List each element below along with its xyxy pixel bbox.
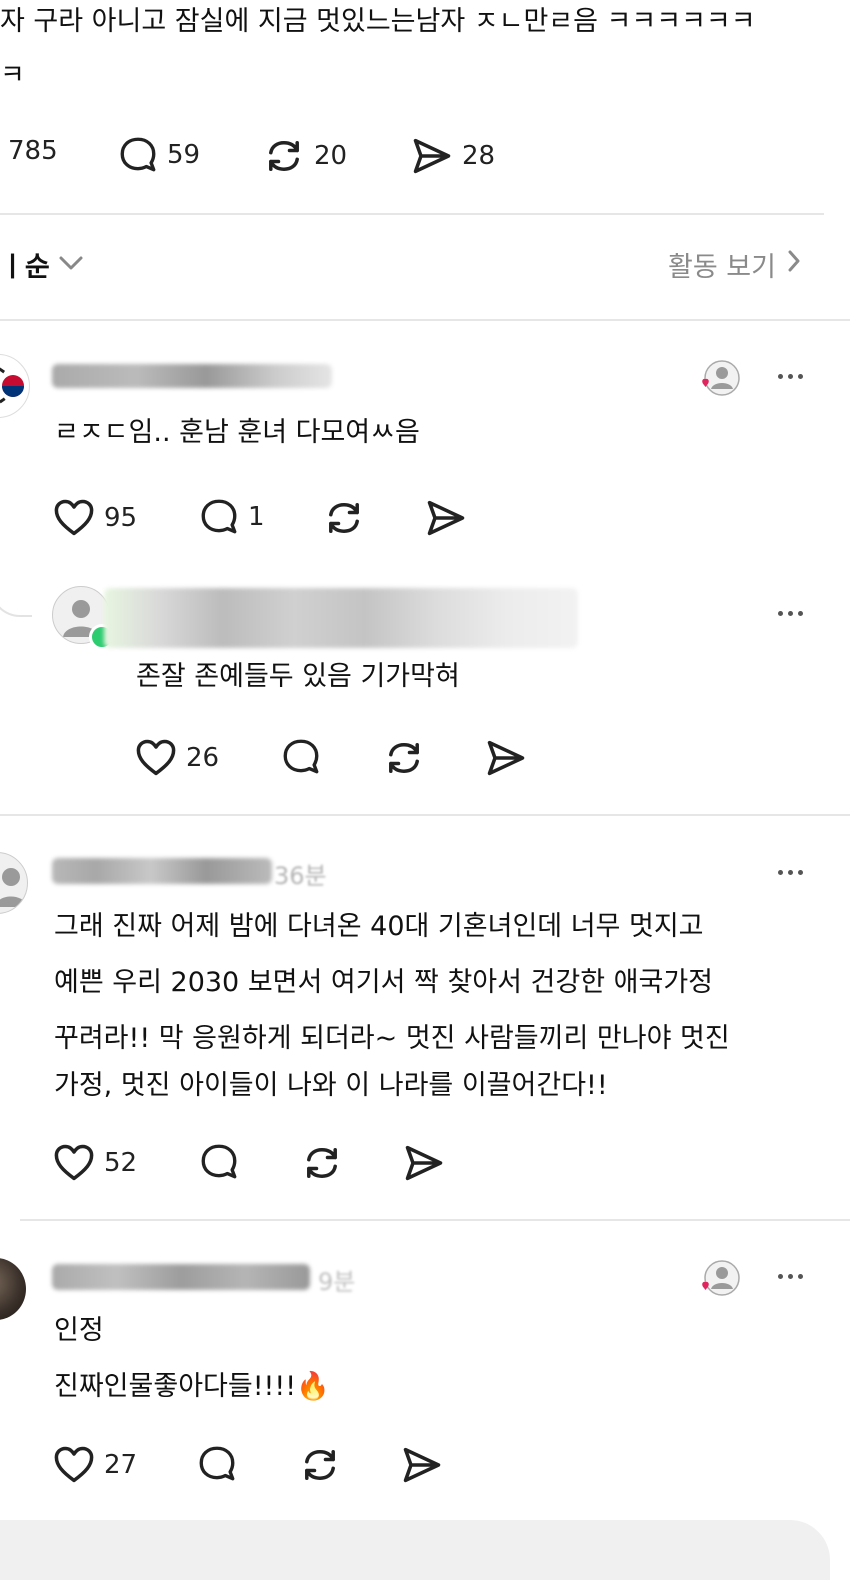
reply-text: ㄹㅈㄷ임.. 훈남 훈녀 다모여ㅆ음 bbox=[54, 417, 420, 448]
timestamp: 9분 bbox=[318, 1268, 356, 1296]
more-icon[interactable] bbox=[778, 1274, 803, 1279]
chevron-right-icon bbox=[786, 248, 802, 281]
thread-line bbox=[0, 575, 32, 617]
reply-input-bar[interactable] bbox=[0, 1520, 830, 1580]
comment-icon bbox=[280, 739, 322, 782]
post-share-button[interactable]: 28 bbox=[410, 134, 495, 178]
divider bbox=[20, 1219, 850, 1221]
person-icon bbox=[0, 868, 27, 907]
comment-icon bbox=[198, 496, 240, 538]
like-count: 95 bbox=[104, 503, 138, 533]
repost-button[interactable] bbox=[300, 1141, 344, 1189]
like-button[interactable]: 26 bbox=[134, 736, 219, 780]
comment-icon bbox=[198, 1144, 240, 1187]
send-icon bbox=[410, 134, 454, 178]
avatar[interactable] bbox=[0, 1258, 26, 1320]
heart-icon bbox=[134, 736, 178, 780]
post-comment-button[interactable]: 59 bbox=[117, 134, 200, 176]
more-icon[interactable] bbox=[778, 870, 803, 875]
send-icon bbox=[402, 1145, 446, 1189]
send-icon bbox=[424, 500, 468, 544]
post-repost-button[interactable]: 20 bbox=[262, 134, 347, 178]
comment-button[interactable] bbox=[198, 1141, 240, 1187]
like-count: 52 bbox=[104, 1148, 138, 1178]
like-count: 26 bbox=[186, 743, 220, 773]
reply-text-line-4: 가정, 멋진 아이들이 나와 이 나라를 이끌어간다!! bbox=[54, 1070, 608, 1101]
avatar[interactable] bbox=[0, 852, 28, 914]
divider bbox=[0, 319, 850, 321]
reply-text-line-1: 인정 bbox=[54, 1315, 104, 1346]
share-button[interactable] bbox=[424, 496, 468, 544]
repost-icon bbox=[298, 1450, 342, 1491]
repost-button[interactable] bbox=[298, 1443, 342, 1491]
divider bbox=[0, 213, 824, 215]
send-icon bbox=[400, 1447, 444, 1491]
activity-label: 활동 보기 bbox=[668, 252, 776, 283]
follow-badge[interactable] bbox=[700, 358, 740, 398]
post-like-count: 785 bbox=[8, 136, 58, 166]
comment-button[interactable] bbox=[196, 1443, 238, 1489]
like-button[interactable]: 52 bbox=[52, 1141, 137, 1185]
repost-icon bbox=[322, 503, 366, 544]
heart-icon bbox=[52, 1443, 96, 1487]
comment-button[interactable] bbox=[280, 736, 322, 782]
reply-text-line-2: 예쁜 우리 2030 보면서 여기서 짝 찾아서 건강한 애국가정 bbox=[54, 967, 714, 998]
follow-badge[interactable] bbox=[700, 1258, 740, 1298]
username-blurred[interactable] bbox=[52, 1264, 310, 1290]
like-button[interactable]: 95 bbox=[52, 496, 137, 540]
like-button[interactable]: 27 bbox=[52, 1443, 137, 1487]
activity-view-link[interactable]: 활동 보기 bbox=[668, 245, 802, 284]
username-blurred[interactable] bbox=[52, 858, 272, 884]
post-text-line-1: 자 구라 아니고 잠실에 지금 멋있느는남자 ㅈㄴ만ㄹ음 ㅋㅋㅋㅋㅋㅋ bbox=[0, 6, 756, 37]
post-text-line-2: ㅋ bbox=[0, 60, 25, 91]
sort-dropdown[interactable]: ㅣ순 bbox=[0, 245, 84, 284]
more-icon[interactable] bbox=[778, 374, 803, 379]
person-icon bbox=[702, 1260, 740, 1296]
timestamp: 36분 bbox=[274, 862, 327, 890]
comment-icon bbox=[117, 134, 159, 176]
post-share-count: 28 bbox=[462, 141, 496, 171]
share-button[interactable] bbox=[402, 1141, 446, 1189]
repost-icon bbox=[262, 134, 306, 178]
post-repost-count: 20 bbox=[314, 141, 348, 171]
repost-icon bbox=[300, 1148, 344, 1189]
person-icon bbox=[702, 360, 740, 396]
divider bbox=[0, 814, 850, 816]
username-blurred[interactable] bbox=[52, 364, 332, 388]
share-button[interactable] bbox=[400, 1443, 444, 1491]
heart-icon bbox=[702, 1281, 709, 1290]
reply-text-line-2: 진짜인물좋아다들!!!!🔥 bbox=[54, 1371, 330, 1402]
more-icon[interactable] bbox=[778, 611, 803, 616]
like-count: 27 bbox=[104, 1450, 138, 1480]
flag-avatar-image bbox=[0, 367, 24, 404]
chevron-down-icon bbox=[58, 249, 84, 280]
post-like-button[interactable]: 785 bbox=[8, 136, 58, 166]
nested-reply-text: 존잘 존예들두 있음 기가막혀 bbox=[136, 661, 460, 692]
send-icon bbox=[484, 740, 528, 784]
heart-icon bbox=[52, 496, 96, 540]
comment-count: 1 bbox=[248, 502, 265, 532]
avatar[interactable] bbox=[0, 354, 30, 418]
username-blurred[interactable] bbox=[104, 588, 578, 648]
heart-icon bbox=[52, 1141, 96, 1185]
reply-text-line-1: 그래 진짜 어제 밤에 다녀온 40대 기혼녀인데 너무 멋지고 bbox=[54, 911, 704, 942]
post-comment-count: 59 bbox=[167, 140, 201, 170]
comment-button[interactable]: 1 bbox=[198, 496, 265, 538]
repost-icon bbox=[382, 743, 426, 784]
repost-button[interactable] bbox=[382, 736, 426, 784]
sort-label: ㅣ순 bbox=[0, 252, 50, 283]
comment-icon bbox=[196, 1446, 238, 1489]
share-button[interactable] bbox=[484, 736, 528, 784]
repost-button[interactable] bbox=[322, 496, 366, 544]
